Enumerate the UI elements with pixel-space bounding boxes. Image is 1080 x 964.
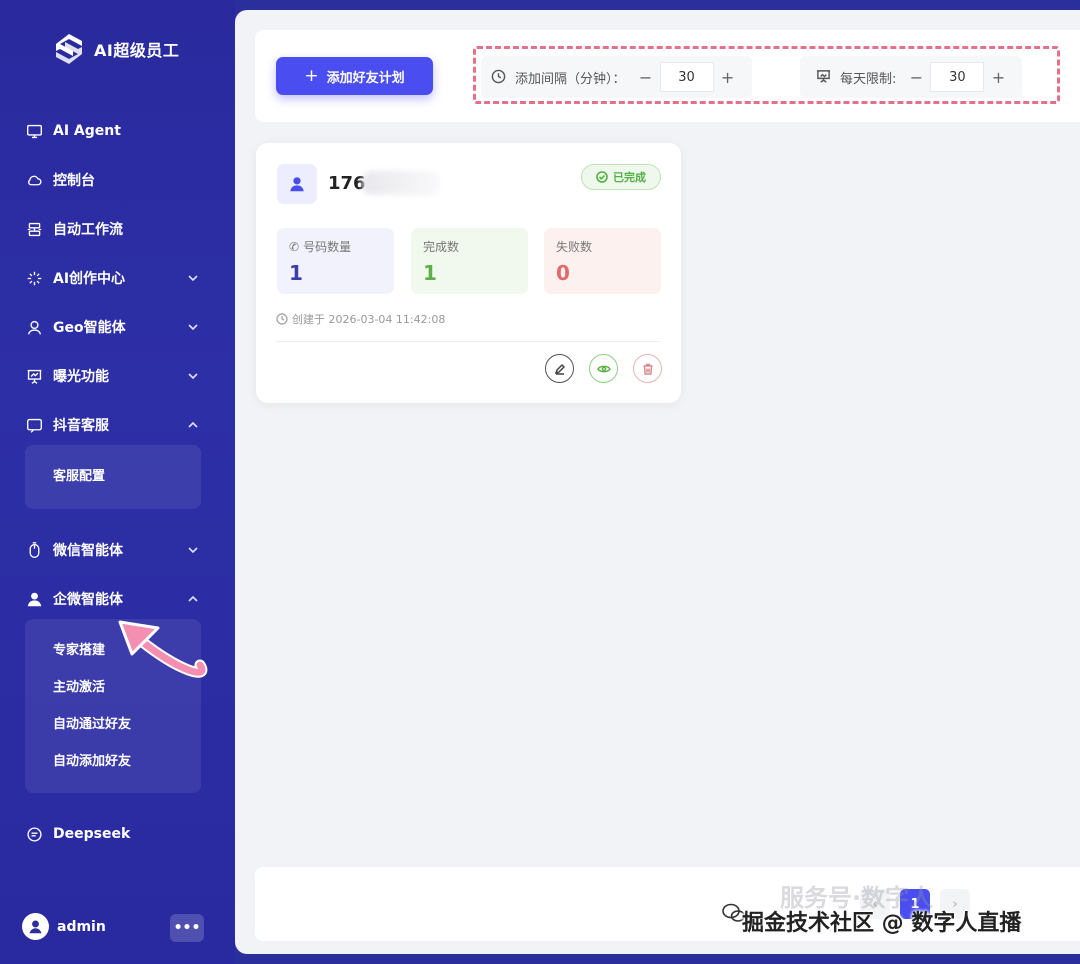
interval-stepper: − 30 +	[632, 62, 742, 92]
nav-label: 控制台	[53, 173, 95, 189]
nav-douyin[interactable]: 抖音客服	[24, 410, 204, 440]
phone-icon: ✆	[289, 239, 300, 254]
user-profile[interactable]: admin	[22, 913, 106, 940]
add-friend-plan-button[interactable]: + 添加好友计划	[276, 57, 433, 95]
workflow-icon	[24, 219, 44, 239]
daily-decrement-button[interactable]: −	[902, 62, 930, 92]
stat-completed: 完成数 1	[411, 228, 528, 294]
sub-item-expert-build[interactable]: 专家搭建	[53, 641, 105, 661]
more-options-button[interactable]: •••	[170, 914, 204, 942]
stat-label: 号码数量	[303, 240, 352, 254]
card-title: 176	[328, 173, 366, 194]
douyin-submenu: 客服配置	[25, 445, 201, 509]
add-friend-plan-label: 添加好友计划	[326, 70, 405, 86]
message-icon	[24, 824, 44, 844]
chevron-up-icon	[186, 592, 200, 606]
plan-card: 176 已完成 ✆ 号码数量 1 完成数 1 失败数 0 创建于 2026-03-…	[256, 143, 681, 403]
interval-decrement-button[interactable]: −	[632, 62, 660, 92]
pointer-arrow-icon	[118, 620, 208, 678]
logo-text: AI超级员工	[94, 41, 180, 60]
clock-icon	[491, 69, 507, 85]
sidebar: AI超级员工 AI Agent 控制台 自动工作流 AI创作中心 Geo智能体 …	[0, 0, 235, 964]
blurred-number	[362, 171, 440, 195]
chat-icon	[24, 415, 44, 435]
stat-value: 0	[556, 261, 570, 285]
interval-input[interactable]: 30	[659, 62, 714, 92]
sub-item-active-activate[interactable]: 主动激活	[53, 678, 105, 698]
created-text: 创建于 2026-03-04 11:42:08	[292, 313, 446, 326]
eye-icon	[596, 365, 611, 372]
mouse-icon	[24, 540, 44, 560]
nav-wechat[interactable]: 微信智能体	[24, 535, 204, 565]
delete-button[interactable]	[633, 354, 662, 383]
chevron-down-icon	[186, 369, 200, 383]
nav-console[interactable]: 控制台	[24, 165, 204, 195]
interval-label: 添加间隔（分钟）：	[515, 71, 626, 87]
stat-failed: 失败数 0	[544, 228, 661, 294]
stat-value: 1	[423, 261, 437, 285]
location-user-icon	[24, 317, 44, 337]
daily-limit-stepper: − 30 +	[902, 62, 1012, 92]
nav-label: Deepseek	[53, 826, 131, 842]
card-avatar	[277, 164, 317, 204]
interval-control: 添加间隔（分钟）： − 30 +	[481, 56, 752, 98]
nav-label: Geo智能体	[53, 320, 126, 336]
nav-label: 微信智能体	[53, 543, 123, 559]
chevron-up-icon	[186, 418, 200, 432]
nav-label: 自动工作流	[53, 222, 123, 238]
nav-deepseek[interactable]: Deepseek	[24, 819, 204, 849]
main-content: + 添加好友计划 添加间隔（分钟）： − 30 + 每天限制: − 30 + 1…	[235, 10, 1080, 954]
nav-workflow[interactable]: 自动工作流	[24, 214, 204, 244]
sub-item-kefu-config[interactable]: 客服配置	[53, 467, 105, 487]
stat-value: 1	[289, 261, 303, 285]
chevron-down-icon	[186, 543, 200, 557]
avatar	[22, 913, 49, 940]
status-badge: 已完成	[581, 164, 661, 190]
sparkle-icon	[24, 268, 44, 288]
status-text: 已完成	[613, 171, 646, 184]
nav-label: AI Agent	[53, 123, 121, 139]
nav-exposure[interactable]: 曝光功能	[24, 361, 204, 391]
nav-geo[interactable]: Geo智能体	[24, 312, 204, 342]
user-name: admin	[57, 918, 106, 935]
user-icon	[29, 920, 42, 934]
daily-limit-control: 每天限制: − 30 +	[800, 56, 1023, 98]
user-icon	[24, 589, 44, 609]
interval-increment-button[interactable]: +	[714, 62, 742, 92]
nav-label: 企微智能体	[53, 592, 123, 608]
nav-label: 抖音客服	[53, 418, 109, 434]
user-icon	[290, 177, 304, 192]
presentation-icon	[816, 69, 832, 85]
logo[interactable]: AI超级员工	[52, 32, 179, 66]
presentation-icon	[24, 366, 44, 386]
nav-label: AI创作中心	[53, 271, 126, 287]
divider	[276, 341, 661, 342]
nav-ai-creation[interactable]: AI创作中心	[24, 263, 204, 293]
daily-limit-label: 每天限制:	[840, 71, 897, 87]
edit-icon	[554, 363, 565, 375]
stat-phone-count: ✆ 号码数量 1	[277, 228, 394, 294]
sub-item-auto-add-friend[interactable]: 自动添加好友	[53, 752, 131, 772]
edit-button[interactable]	[545, 354, 574, 383]
logo-icon	[56, 34, 82, 64]
trash-icon	[643, 363, 652, 375]
view-button[interactable]	[589, 354, 618, 383]
clock-icon	[276, 313, 288, 325]
plus-icon: +	[304, 66, 319, 86]
chevron-down-icon	[186, 320, 200, 334]
watermark-text: 掘金技术社区 @ 数字人直播	[742, 911, 1022, 936]
monitor-icon	[24, 121, 44, 141]
nav-ai-agent[interactable]: AI Agent	[24, 116, 204, 146]
nav-label: 曝光功能	[53, 369, 109, 385]
created-time: 创建于 2026-03-04 11:42:08	[276, 311, 445, 327]
daily-limit-input[interactable]: 30	[930, 62, 985, 92]
toolbar: + 添加好友计划 添加间隔（分钟）： − 30 + 每天限制: − 30 +	[255, 30, 1080, 122]
daily-increment-button[interactable]: +	[984, 62, 1012, 92]
chevron-down-icon	[186, 271, 200, 285]
stat-label: 完成数	[423, 240, 460, 254]
stat-label: 失败数	[556, 240, 593, 254]
sub-item-auto-accept-friend[interactable]: 自动通过好友	[53, 715, 131, 735]
cloud-icon	[24, 170, 44, 190]
check-circle-icon	[596, 171, 608, 183]
